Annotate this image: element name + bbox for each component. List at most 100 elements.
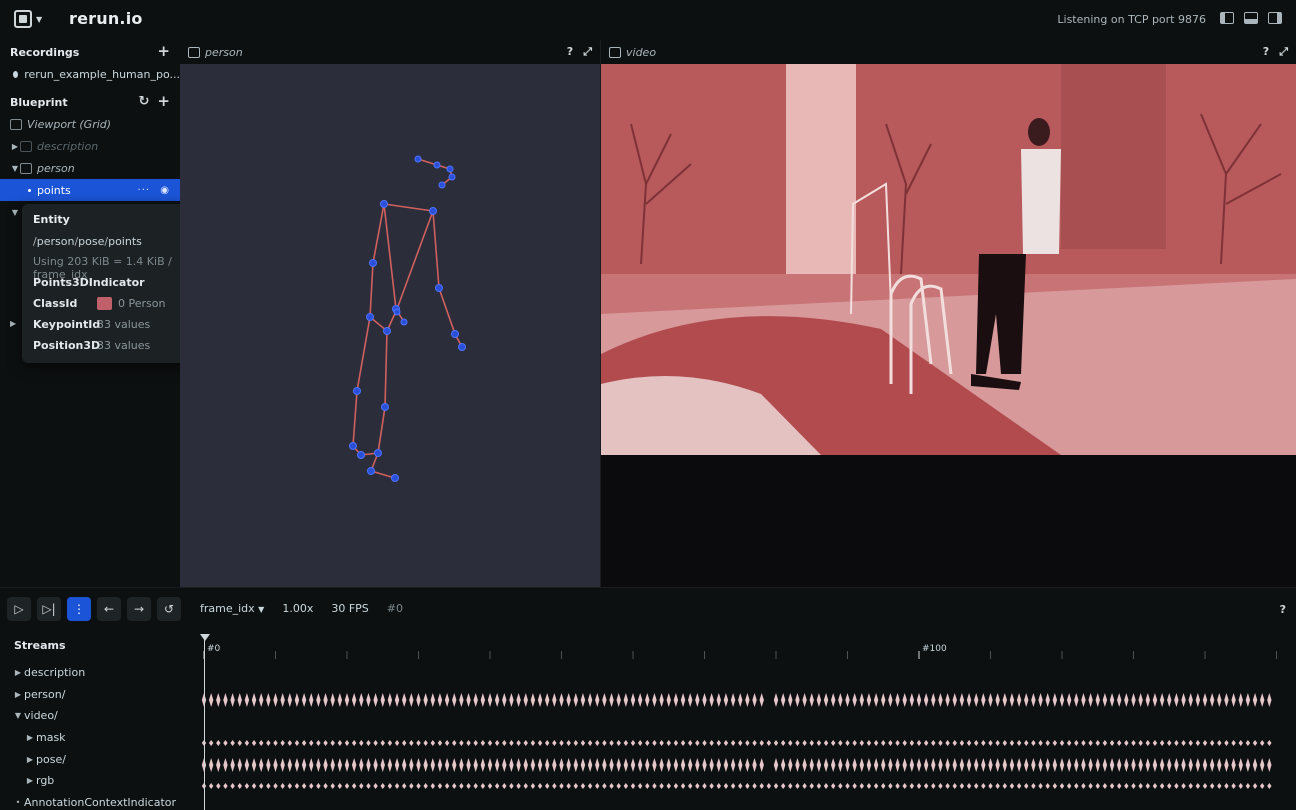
- chevron-right-icon[interactable]: ▶: [10, 142, 20, 151]
- visibility-eye-icon[interactable]: ◉: [160, 185, 170, 196]
- stream-row[interactable]: ▶ pose/: [0, 748, 195, 770]
- event-marker: [223, 783, 228, 789]
- event-marker: [974, 758, 979, 772]
- chevron-down-icon[interactable]: ▼: [10, 208, 20, 217]
- toggle-right-panel-icon[interactable]: [1268, 12, 1282, 24]
- chevron-down-icon[interactable]: ▼: [10, 164, 20, 173]
- event-marker: [673, 783, 679, 789]
- event-marker: [566, 740, 571, 746]
- event-marker: [294, 740, 300, 746]
- spatial-3d-view-icon: [188, 46, 200, 58]
- event-marker: [1188, 783, 1193, 789]
- video-viewport[interactable]: [601, 64, 1296, 587]
- help-icon[interactable]: ?: [1263, 45, 1269, 59]
- event-marker: [595, 783, 600, 789]
- event-marker: [1038, 693, 1043, 707]
- stream-row[interactable]: ▼ video/: [0, 705, 195, 727]
- loop-button[interactable]: ↺: [157, 597, 181, 621]
- chevron-down-icon[interactable]: ▼: [12, 711, 24, 720]
- blueprint-header: Blueprint ↻ +: [0, 91, 180, 113]
- reset-blueprint-icon[interactable]: ↻: [139, 94, 150, 109]
- tab-video-view[interactable]: video ? ⤢: [601, 40, 1296, 64]
- stream-row[interactable]: • AnnotationContextIndicator: [0, 792, 195, 810]
- playhead-line[interactable]: [204, 634, 205, 810]
- app-menu-button[interactable]: ▼: [14, 10, 42, 28]
- play-button[interactable]: ▷: [7, 597, 31, 621]
- event-marker: [673, 693, 679, 707]
- event-marker: [330, 693, 335, 707]
- event-marker: [1088, 740, 1093, 746]
- event-marker: [659, 783, 664, 789]
- more-options-icon[interactable]: ···: [138, 185, 151, 196]
- event-marker: [988, 758, 993, 772]
- event-marker: [1095, 740, 1100, 746]
- stream-row[interactable]: ▶ person/: [0, 684, 195, 706]
- component-value: 0 Person: [118, 297, 166, 310]
- chevron-right-icon[interactable]: ▶: [12, 668, 24, 677]
- person-3d-viewport[interactable]: [180, 64, 600, 587]
- playhead-handle[interactable]: [200, 634, 210, 641]
- event-marker: [244, 693, 250, 707]
- event-marker: [437, 783, 443, 789]
- event-marker: [795, 758, 800, 772]
- event-marker: [259, 758, 264, 772]
- event-marker: [816, 740, 822, 746]
- playback-speed[interactable]: 1.00x: [282, 602, 313, 615]
- playback-fps[interactable]: 30 FPS: [331, 602, 368, 615]
- chevron-right-icon[interactable]: ▶: [24, 733, 36, 742]
- event-marker: [294, 758, 300, 772]
- event-marker: [480, 783, 486, 789]
- current-frame[interactable]: #0: [387, 602, 403, 615]
- event-marker: [995, 693, 1000, 707]
- event-marker: [266, 740, 271, 746]
- chevron-right-icon[interactable]: ▶: [24, 776, 36, 785]
- event-marker: [609, 693, 614, 707]
- follow-button[interactable]: ⋮: [67, 597, 91, 621]
- event-marker: [595, 740, 600, 746]
- add-recording-icon[interactable]: +: [157, 44, 170, 59]
- event-marker: [251, 693, 257, 707]
- event-marker: [1159, 693, 1165, 707]
- event-marker: [709, 783, 714, 789]
- time-ruler[interactable]: #0 #100: [200, 635, 1285, 665]
- tab-person-view[interactable]: person ? ⤢: [180, 40, 600, 64]
- blueprint-row-description[interactable]: ▶ description: [0, 135, 180, 157]
- event-marker: [545, 693, 550, 707]
- event-marker: [881, 783, 886, 789]
- recording-item[interactable]: rerun_example_human_po...: [0, 63, 180, 85]
- play-icon: ▷: [14, 602, 24, 616]
- event-marker: [652, 693, 657, 707]
- event-marker: [745, 740, 750, 746]
- blueprint-row-person[interactable]: ▼ person: [0, 157, 180, 179]
- collapsed-row-caret[interactable]: ▶: [10, 316, 16, 329]
- stream-row[interactable]: ▶ rgb: [0, 770, 195, 792]
- stream-tracks[interactable]: [200, 665, 1285, 810]
- person-head: [1028, 118, 1050, 146]
- step-forward-button[interactable]: ▷|: [37, 597, 61, 621]
- chevron-right-icon[interactable]: ▶: [24, 755, 36, 764]
- event-marker: [1045, 693, 1050, 707]
- blueprint-row-viewport[interactable]: Viewport (Grid): [0, 113, 180, 135]
- event-marker: [802, 693, 807, 707]
- maximize-icon[interactable]: ⤢: [1279, 45, 1288, 59]
- timeline-selector[interactable]: frame_idx ▼: [200, 602, 264, 615]
- event-marker: [966, 783, 972, 789]
- stream-row[interactable]: ▶ mask: [0, 727, 195, 749]
- blueprint-row-points[interactable]: points ··· ◉: [0, 179, 180, 201]
- maximize-icon[interactable]: ⤢: [583, 45, 592, 59]
- next-frame-button[interactable]: →: [127, 597, 151, 621]
- event-marker: [230, 693, 235, 707]
- event-marker: [959, 740, 965, 746]
- keypoint: [380, 200, 388, 208]
- toggle-bottom-panel-icon[interactable]: [1244, 12, 1258, 24]
- event-marker: [1074, 783, 1079, 789]
- chevron-right-icon[interactable]: ▶: [10, 319, 16, 328]
- event-marker: [966, 693, 972, 707]
- help-icon[interactable]: ?: [567, 45, 573, 59]
- previous-frame-button[interactable]: ←: [97, 597, 121, 621]
- chevron-right-icon[interactable]: ▶: [12, 690, 24, 699]
- stream-row[interactable]: ▶ description: [0, 662, 195, 684]
- add-view-icon[interactable]: +: [157, 94, 170, 109]
- help-icon[interactable]: ?: [1280, 603, 1286, 616]
- toggle-left-panel-icon[interactable]: [1220, 12, 1234, 24]
